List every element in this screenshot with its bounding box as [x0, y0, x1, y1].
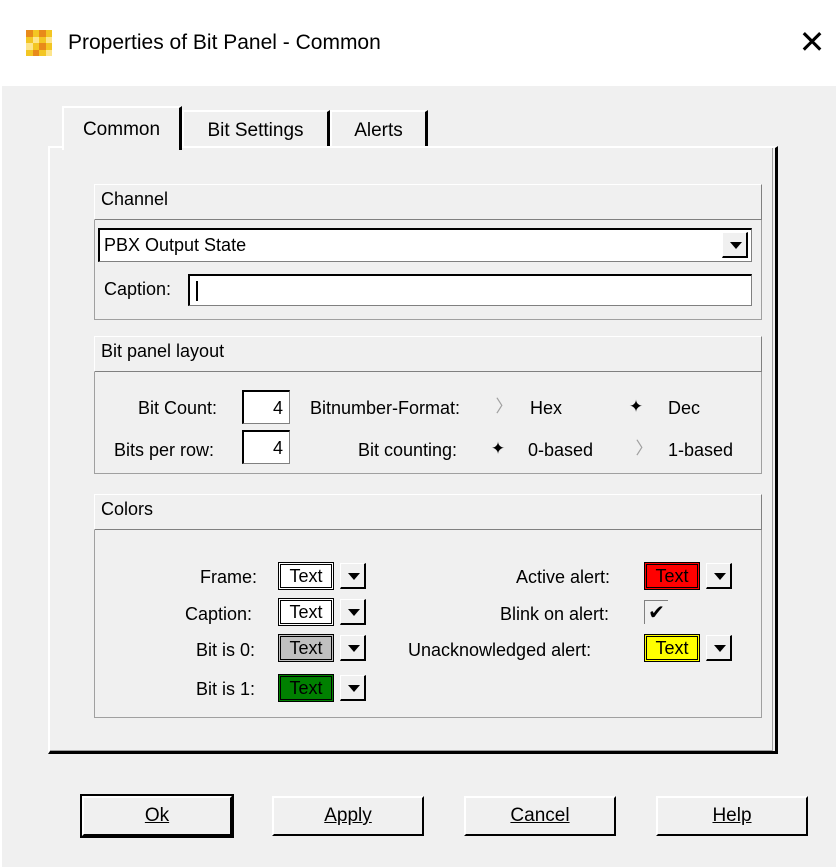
bit1-color-swatch[interactable]: Text [278, 674, 334, 702]
help-button[interactable]: Help [656, 796, 808, 836]
active-alert-swatch-text: Text [655, 566, 689, 586]
bit1-color-label: Bit is 1: [196, 679, 256, 699]
tab-common-label: Common [82, 119, 161, 140]
tab-bit-settings[interactable]: Bit Settings [182, 110, 330, 148]
caption-color-swatch[interactable]: Text [278, 598, 334, 626]
channel-select[interactable]: PBX Output State [98, 228, 752, 262]
ok-button[interactable]: Ok [80, 794, 234, 838]
colors-group-header: Colors [94, 494, 762, 530]
counting-1-based-label: 1-based [668, 440, 734, 460]
caption-swatch-text: Text [289, 602, 323, 622]
blink-on-alert-label: Blink on alert: [500, 604, 610, 624]
tab-alerts-label: Alerts [354, 120, 403, 141]
apply-button[interactable]: Apply [272, 796, 424, 836]
unacknowledged-alert-color-swatch[interactable]: Text [644, 634, 700, 662]
bit1-color-chevron-down-icon[interactable] [340, 675, 366, 701]
frame-color-chevron-down-icon[interactable] [340, 563, 366, 589]
tab-common[interactable]: Common [62, 106, 182, 150]
format-label: Bitnumber-Format: [310, 398, 461, 418]
unacknowledged-alert-chevron-down-icon[interactable] [706, 635, 732, 661]
blink-on-alert-checkbox[interactable]: ✔ [644, 600, 668, 624]
app-icon [26, 30, 52, 56]
bits-per-row-input[interactable]: 4 [242, 430, 290, 464]
format-hex-radio[interactable]: 〉 [494, 397, 514, 417]
caption-input[interactable] [188, 274, 752, 306]
bit1-swatch-text: Text [289, 678, 323, 698]
bits-per-row-value: 4 [272, 438, 283, 458]
frame-color-swatch[interactable]: Text [278, 562, 334, 590]
counting-1-based-radio[interactable]: 〉 [634, 439, 654, 459]
format-hex-label: Hex [530, 398, 563, 418]
counting-0-based-radio[interactable]: ✦ [488, 439, 508, 459]
format-dec-label: Dec [668, 398, 701, 418]
window-title: Properties of Bit Panel - Common [68, 31, 381, 54]
caption-color-label: Caption: [185, 604, 253, 624]
channel-dropdown-chevron-down-icon[interactable] [722, 232, 748, 258]
tab-alerts[interactable]: Alerts [330, 110, 428, 148]
channel-group-header: Channel [94, 184, 762, 220]
window-border [0, 86, 2, 867]
bit0-swatch-text: Text [289, 638, 323, 658]
frame-color-label: Frame: [200, 567, 258, 587]
frame-swatch-text: Text [289, 566, 323, 586]
close-icon[interactable]: ✕ [796, 24, 828, 60]
active-alert-label: Active alert: [516, 567, 611, 587]
bit-count-value: 4 [272, 398, 283, 418]
bit0-color-swatch[interactable]: Text [278, 634, 334, 662]
caption-label: Caption: [104, 279, 172, 299]
unack-swatch-text: Text [655, 638, 689, 658]
layout-group-header: Bit panel layout [94, 336, 762, 372]
text-cursor [196, 281, 198, 301]
tab-bit-settings-label: Bit Settings [207, 120, 304, 141]
active-alert-color-swatch[interactable]: Text [644, 562, 700, 590]
format-dec-radio[interactable]: ✦ [626, 397, 646, 417]
unacknowledged-alert-label: Unacknowledged alert: [408, 640, 592, 660]
counting-label: Bit counting: [358, 440, 458, 460]
bit-count-input[interactable]: 4 [242, 390, 290, 424]
channel-select-value: PBX Output State [104, 235, 247, 255]
bit-count-label: Bit Count: [138, 398, 218, 418]
cancel-button[interactable]: Cancel [464, 796, 616, 836]
active-alert-chevron-down-icon[interactable] [706, 563, 732, 589]
bits-per-row-label: Bits per row: [114, 440, 215, 460]
bit0-color-chevron-down-icon[interactable] [340, 635, 366, 661]
caption-color-chevron-down-icon[interactable] [340, 599, 366, 625]
bit0-color-label: Bit is 0: [196, 640, 256, 660]
check-icon: ✔ [648, 602, 665, 624]
counting-0-based-label: 0-based [528, 440, 594, 460]
